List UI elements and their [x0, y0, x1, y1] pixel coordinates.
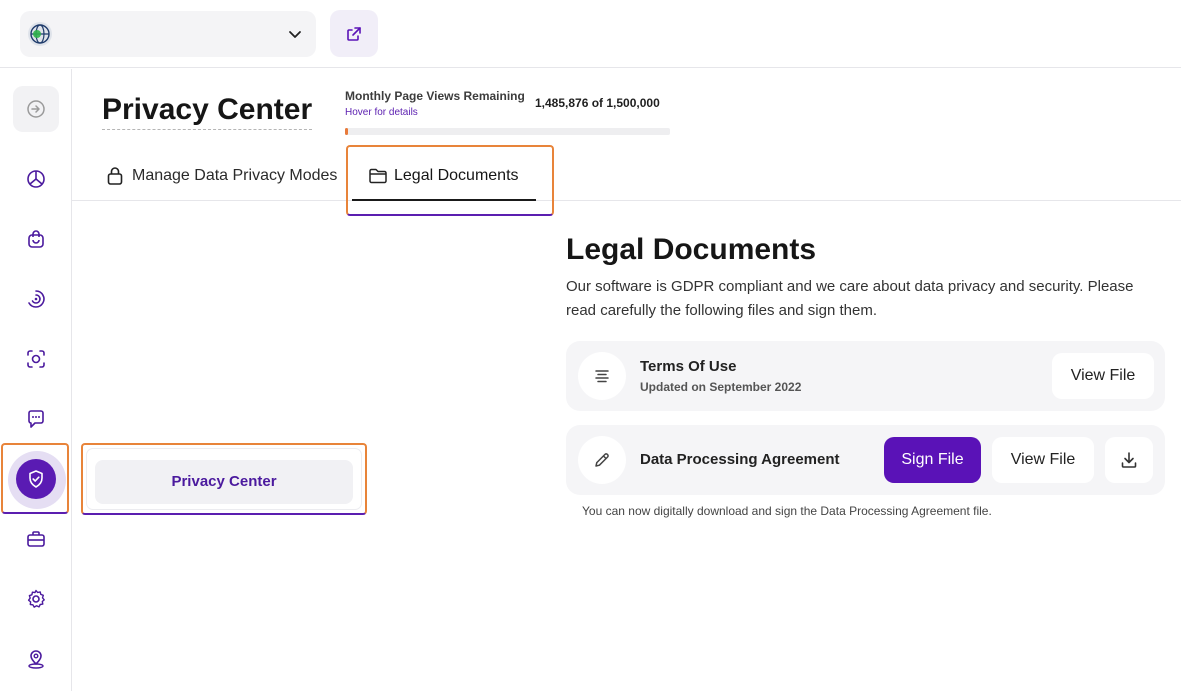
- map-pin-icon: [28, 650, 44, 669]
- document-card-terms-of-use: Terms Of Use Updated on September 2022 V…: [566, 341, 1165, 411]
- shopping-bag-icon: [28, 230, 44, 248]
- dpa-note: You can now digitally download and sign …: [582, 504, 992, 518]
- pie-chart-icon: [27, 170, 45, 188]
- view-file-button[interactable]: View File: [1052, 353, 1154, 399]
- sidebar: [0, 69, 72, 691]
- flyout-item-privacy-center[interactable]: Privacy Center: [95, 460, 353, 504]
- external-link-icon: [347, 27, 361, 41]
- download-button[interactable]: [1105, 437, 1153, 483]
- chevron-down-icon[interactable]: [286, 25, 304, 48]
- document-title: Terms Of Use: [640, 358, 737, 375]
- text-align-icon: [578, 352, 626, 400]
- lock-icon: [107, 167, 123, 185]
- document-updated-date: Updated on September 2022: [640, 380, 802, 394]
- sidebar-item-analytics[interactable]: [13, 276, 59, 322]
- usage-progress-bar[interactable]: [345, 128, 670, 135]
- sidebar-item-messages[interactable]: [13, 396, 59, 442]
- sidebar-item-scan[interactable]: [13, 336, 59, 382]
- usage-label: Monthly Page Views Remaining: [345, 89, 525, 103]
- tab-label: Manage Data Privacy Modes: [132, 167, 338, 184]
- sidebar-collapse-icon: [27, 100, 45, 118]
- sidebar-item-shop[interactable]: [13, 216, 59, 262]
- document-title: Data Processing Agreement: [640, 451, 840, 468]
- sidebar-item-briefcase[interactable]: [13, 516, 59, 562]
- active-tab-underline: [352, 199, 536, 201]
- sidebar-item-location[interactable]: [13, 636, 59, 682]
- usage-count: 1,485,876 of 1,500,000: [535, 96, 660, 110]
- page-title: Privacy Center: [102, 93, 313, 130]
- usage-progress-fill: [345, 128, 348, 135]
- gear-icon: [27, 589, 45, 608]
- top-bar: [0, 0, 1181, 68]
- sidebar-item-privacy[interactable]: [16, 459, 56, 499]
- globe-icon: [28, 22, 52, 46]
- download-icon: [1121, 452, 1137, 468]
- tab-label: Legal Documents: [394, 167, 519, 184]
- chat-bubble-icon: [28, 410, 44, 428]
- open-external-button[interactable]: [330, 10, 378, 57]
- tabs-divider: [72, 200, 1181, 201]
- sidebar-item-dashboard[interactable]: [13, 156, 59, 202]
- document-card-data-processing-agreement: Data Processing Agreement Sign File View…: [566, 425, 1165, 495]
- sidebar-item-settings[interactable]: [13, 576, 59, 622]
- sidebar-collapse-button[interactable]: [13, 86, 59, 132]
- target-spiral-icon: [28, 290, 45, 308]
- view-file-button[interactable]: View File: [992, 437, 1094, 483]
- site-selector[interactable]: [20, 11, 316, 57]
- pencil-icon: [578, 436, 626, 484]
- section-title: Legal Documents: [566, 233, 817, 266]
- folder-icon: [369, 168, 387, 184]
- usage-hover-link[interactable]: Hover for details: [345, 107, 418, 118]
- shield-check-icon: [29, 470, 43, 488]
- section-description: Our software is GDPR compliant and we ca…: [566, 278, 1134, 319]
- eye-scan-icon: [27, 350, 45, 368]
- sign-file-button[interactable]: Sign File: [884, 437, 981, 483]
- briefcase-icon: [27, 531, 45, 547]
